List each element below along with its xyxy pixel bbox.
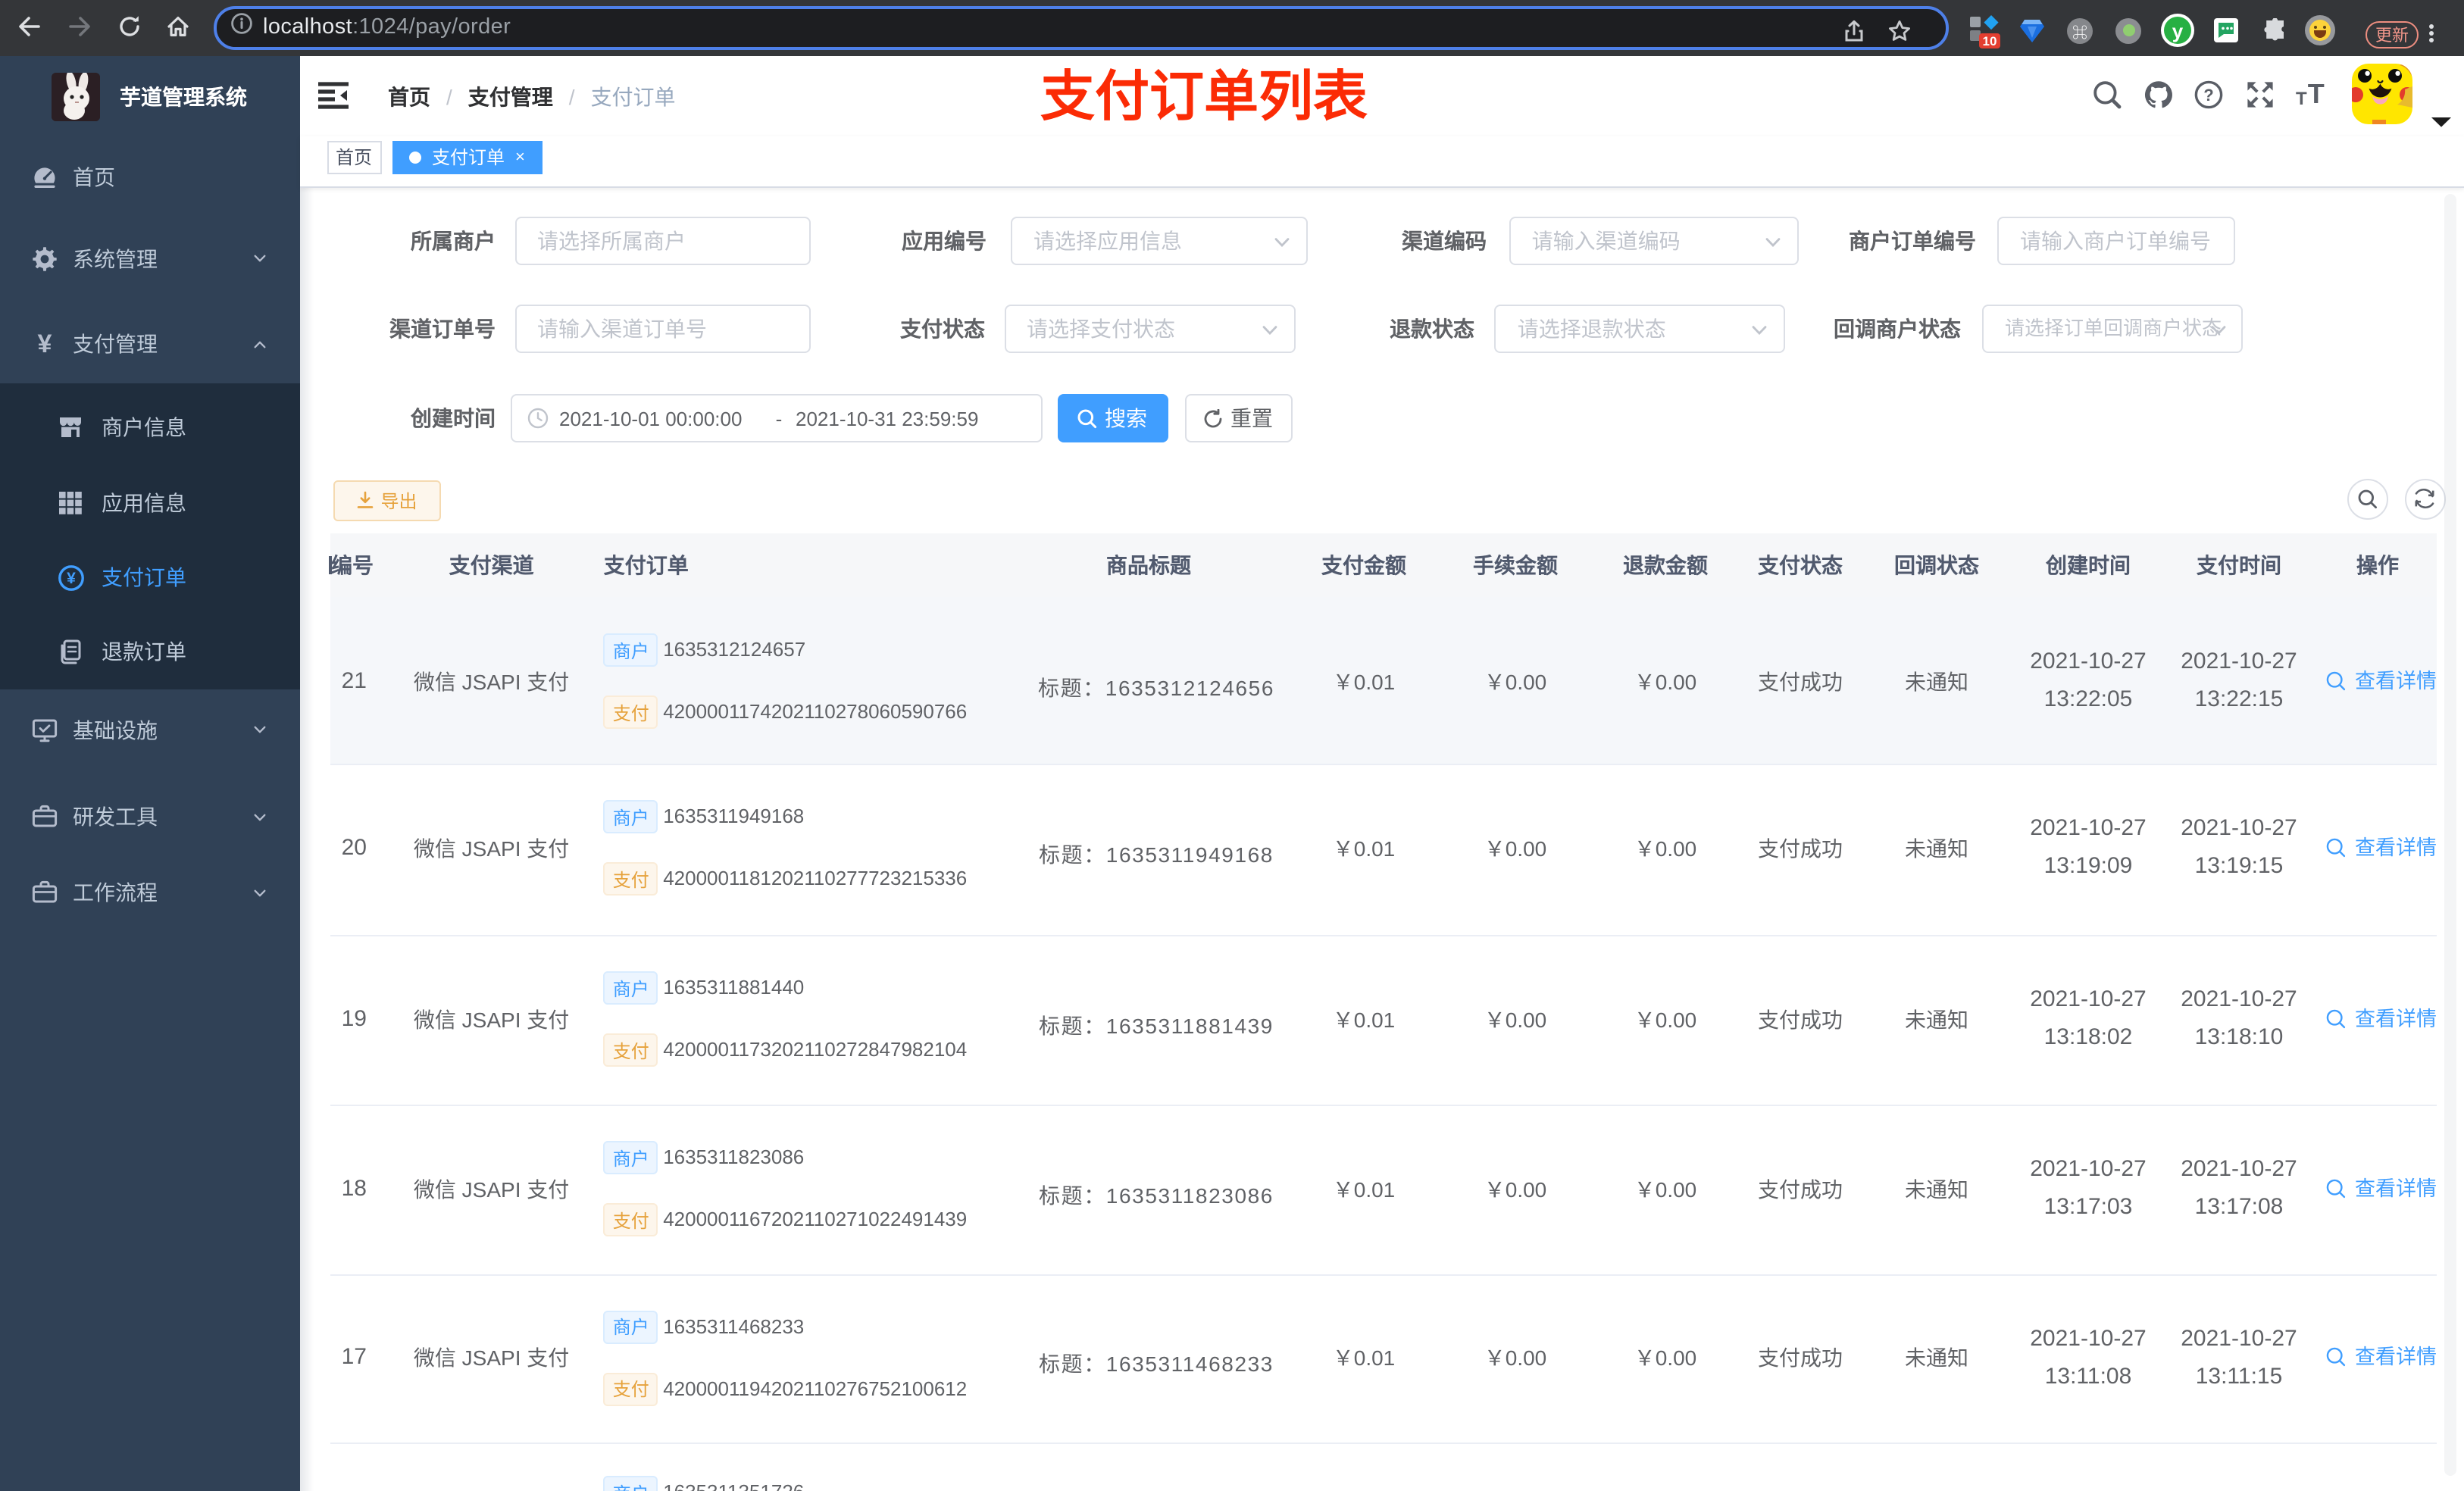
svg-text:?: ? bbox=[2203, 86, 2213, 105]
svg-text:10: 10 bbox=[1983, 34, 1997, 48]
svg-text:¥: ¥ bbox=[67, 570, 76, 587]
